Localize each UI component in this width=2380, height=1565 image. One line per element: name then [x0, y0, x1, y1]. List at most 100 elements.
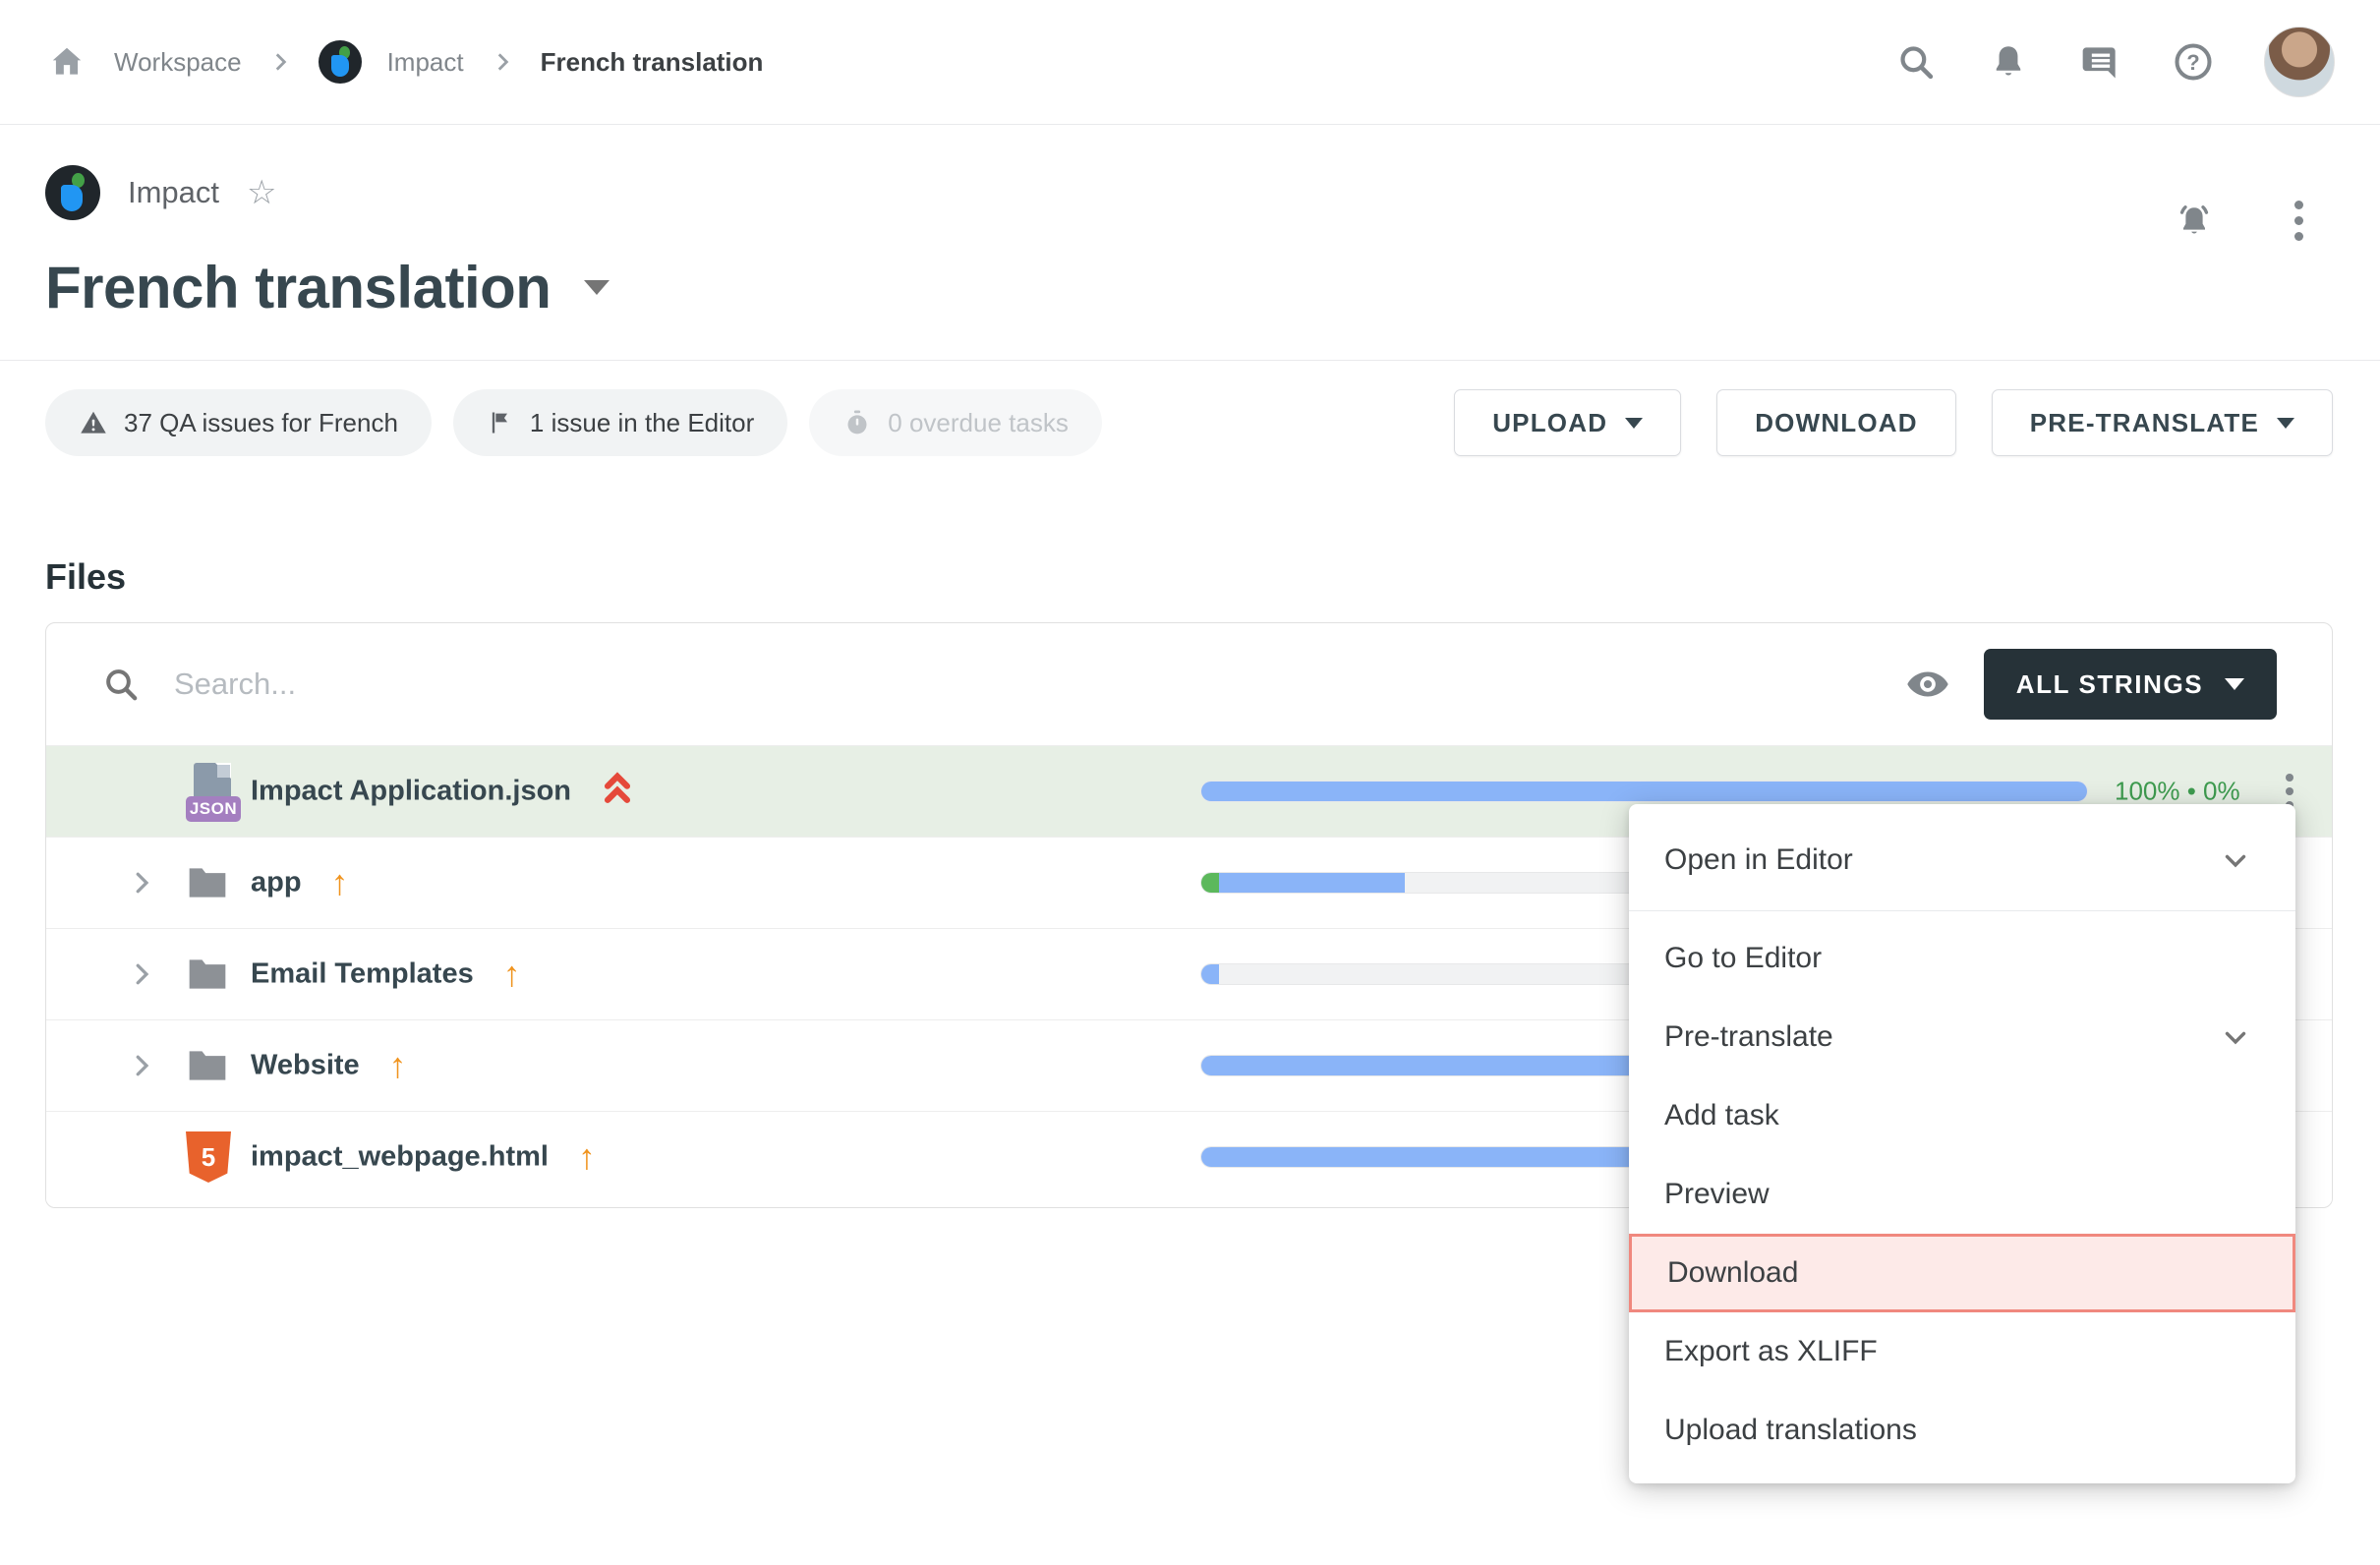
menu-item-label: Upload translations: [1664, 1414, 1917, 1447]
folder-icon: [186, 955, 229, 994]
menu-item-pre-translate[interactable]: Pre-translate: [1629, 998, 2295, 1076]
progress-bar: [1200, 781, 2088, 802]
menu-item-go-to-editor[interactable]: Go to Editor: [1629, 919, 2295, 998]
editor-issues-badge[interactable]: 1 issue in the Editor: [453, 389, 787, 456]
chevron-down-icon: [2219, 843, 2252, 877]
project-logo: [45, 165, 100, 220]
eye-icon[interactable]: [1905, 662, 1950, 707]
breadcrumb: Workspace Impact French translation: [45, 40, 763, 84]
top-icons: ?: [1894, 27, 2335, 97]
download-button[interactable]: DOWNLOAD: [1716, 389, 1956, 456]
strings-filter-button[interactable]: ALL STRINGS: [1984, 649, 2277, 720]
folder-icon: [186, 1046, 229, 1085]
warning-icon: [79, 408, 108, 437]
project-name[interactable]: Impact: [128, 175, 219, 210]
status-badges: 37 QA issues for French 1 issue in the E…: [45, 389, 1102, 456]
priority-high-icon: [601, 770, 634, 809]
menu-divider: [1629, 910, 2295, 911]
help-icon[interactable]: ?: [2172, 40, 2215, 84]
svg-text:?: ?: [2186, 50, 2199, 75]
pretranslate-label: PRE-TRANSLATE: [2030, 408, 2259, 438]
progress-segment-blue: [1201, 782, 2087, 801]
overdue-tasks-badge[interactable]: 0 overdue tasks: [809, 389, 1102, 456]
upload-arrow-icon: ↑: [578, 1136, 596, 1177]
file-name: Website: [251, 1050, 360, 1082]
search-input[interactable]: [174, 667, 1649, 702]
chat-icon[interactable]: [2079, 40, 2122, 84]
json-file-icon: JSON: [186, 761, 241, 822]
progress-segment-blue: [1219, 873, 1405, 893]
file-name: Email Templates: [251, 958, 474, 991]
upload-button[interactable]: UPLOAD: [1454, 389, 1681, 456]
upload-arrow-icon: ↑: [331, 862, 349, 902]
page: Workspace Impact French translation ?: [0, 0, 2380, 1565]
progress-segment-green: [1201, 873, 1219, 893]
editor-issues-label: 1 issue in the Editor: [530, 408, 754, 438]
menu-item-label: Open in Editor: [1664, 843, 1853, 877]
qa-issues-label: 37 QA issues for French: [124, 408, 398, 438]
divider: [0, 360, 2380, 361]
search-icon: [101, 665, 141, 704]
file-name: Impact Application.json: [251, 776, 571, 808]
chevron-right-icon: [267, 49, 293, 75]
download-label: DOWNLOAD: [1755, 408, 1918, 438]
breadcrumb-workspace[interactable]: Workspace: [114, 47, 242, 78]
breadcrumb-current: French translation: [541, 47, 764, 78]
pretranslate-button[interactable]: PRE-TRANSLATE: [1992, 389, 2333, 456]
menu-item-label: Export as XLIFF: [1664, 1335, 1878, 1368]
project-logo[interactable]: [319, 40, 362, 84]
chevron-down-icon: [2225, 678, 2244, 690]
title-dropdown-icon[interactable]: [584, 280, 610, 295]
flag-icon: [487, 409, 514, 436]
files-heading: Files: [45, 556, 126, 598]
project-header: Impact ☆: [45, 165, 277, 220]
expand-chevron-icon[interactable]: [127, 868, 156, 898]
strings-filter-label: ALL STRINGS: [2016, 669, 2203, 700]
menu-item-label: Pre-translate: [1664, 1020, 1833, 1054]
action-buttons: UPLOAD DOWNLOAD PRE-TRANSLATE: [1454, 389, 2333, 456]
avatar[interactable]: [2264, 27, 2335, 97]
upload-arrow-icon: ↑: [503, 954, 521, 994]
qa-issues-badge[interactable]: 37 QA issues for French: [45, 389, 432, 456]
home-icon[interactable]: [45, 40, 88, 84]
notifications-icon[interactable]: [1987, 40, 2030, 84]
top-bar: Workspace Impact French translation ?: [0, 0, 2380, 125]
upload-arrow-icon: ↑: [389, 1045, 407, 1085]
chevron-down-icon: [2219, 1020, 2252, 1054]
menu-item-export-as-xliff[interactable]: Export as XLIFF: [1629, 1312, 2295, 1391]
file-context-menu: Open in Editor Go to Editor Pre-translate A…: [1629, 804, 2295, 1483]
title-row: French translation: [45, 254, 610, 321]
subscribe-bell-icon[interactable]: [2173, 200, 2216, 243]
page-title: French translation: [45, 254, 551, 321]
file-name: app: [251, 867, 302, 899]
menu-item-label: Add task: [1664, 1099, 1779, 1132]
menu-item-open-in-editor[interactable]: Open in Editor: [1629, 818, 2295, 902]
chevron-down-icon: [1625, 418, 1643, 429]
expand-chevron-icon[interactable]: [127, 1051, 156, 1080]
star-icon[interactable]: ☆: [247, 176, 276, 209]
project-kebab-icon[interactable]: [2289, 195, 2309, 247]
chevron-down-icon: [2277, 418, 2294, 429]
upload-label: UPLOAD: [1492, 408, 1607, 438]
menu-item-upload-translations[interactable]: Upload translations: [1629, 1391, 2295, 1470]
progress-stats: 100% • 0%: [2115, 777, 2240, 807]
file-name: impact_webpage.html: [251, 1141, 549, 1174]
menu-item-preview[interactable]: Preview: [1629, 1155, 2295, 1234]
project-tools: [2173, 195, 2309, 247]
breadcrumb-project[interactable]: Impact: [387, 47, 464, 78]
menu-item-label: Preview: [1664, 1178, 1770, 1211]
stopwatch-icon: [842, 408, 872, 437]
menu-item-add-task[interactable]: Add task: [1629, 1076, 2295, 1155]
progress-segment-blue: [1201, 964, 1219, 984]
overdue-tasks-label: 0 overdue tasks: [888, 408, 1069, 438]
menu-item-download[interactable]: Download: [1629, 1234, 2295, 1312]
menu-item-label: Download: [1667, 1256, 1798, 1290]
expand-chevron-icon[interactable]: [127, 959, 156, 989]
files-search-row: ALL STRINGS: [46, 623, 2332, 745]
menu-item-label: Go to Editor: [1664, 942, 1822, 975]
meta-row: 37 QA issues for French 1 issue in the E…: [45, 389, 2333, 456]
folder-icon: [186, 863, 229, 902]
search-icon[interactable]: [1894, 40, 1938, 84]
chevron-right-icon: [490, 49, 515, 75]
html-file-icon: 5: [186, 1131, 231, 1183]
